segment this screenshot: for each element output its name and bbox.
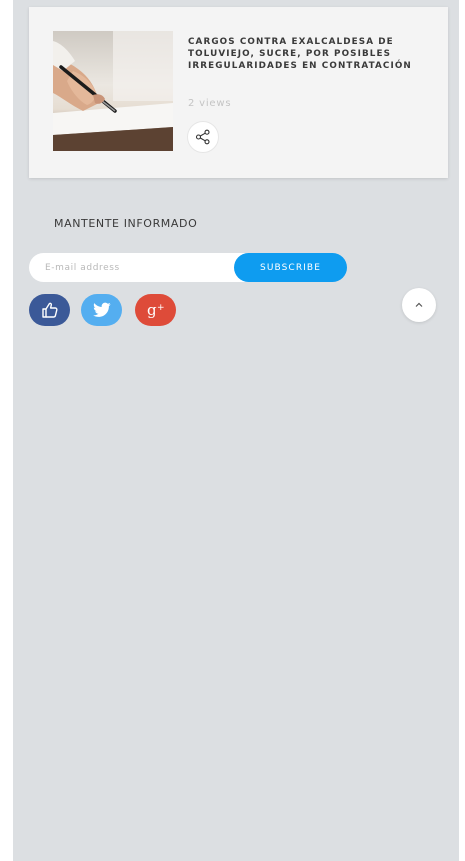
newsletter-heading: MANTENTE INFORMADO [54,217,198,230]
share-button[interactable] [187,121,219,153]
facebook-like-button[interactable] [29,294,70,326]
twitter-icon [92,302,111,317]
thumbs-up-icon [41,302,58,318]
subscribe-button[interactable]: SUBSCRIBE [234,253,347,282]
google-plus-button[interactable]: g + [135,294,176,326]
article-views: 2 views [188,98,232,109]
google-plus-icon: g + [147,301,165,319]
article-card[interactable]: CARGOS CONTRA EXALCALDESA DE TOLUVIEJO, … [29,7,448,178]
article-title[interactable]: CARGOS CONTRA EXALCALDESA DE TOLUVIEJO, … [188,36,438,72]
share-icon [195,129,210,145]
svg-text:+: + [157,303,165,313]
hand-writing-document-image [53,31,173,151]
svg-text:g: g [147,301,157,319]
twitter-button[interactable] [81,294,122,326]
article-thumbnail[interactable] [53,31,173,151]
scroll-to-top-button[interactable] [402,288,436,322]
chevron-up-icon [415,302,423,307]
